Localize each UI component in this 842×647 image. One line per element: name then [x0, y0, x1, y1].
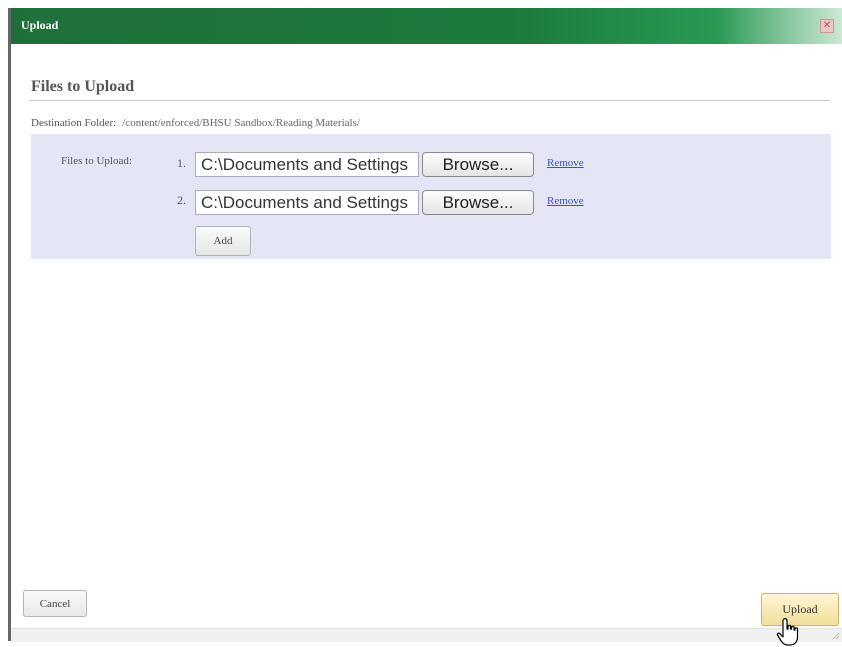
add-button[interactable]: Add [195, 226, 251, 256]
destination-value: /content/enforced/BHSU Sandbox/Reading M… [122, 117, 360, 129]
remove-link-2[interactable]: Remove [547, 195, 584, 207]
browse-button-1[interactable]: Browse... [422, 152, 534, 177]
title-bar[interactable]: Upload ✕ [11, 8, 842, 44]
files-to-upload-label: Files to Upload: [61, 155, 132, 167]
footer-bar [11, 628, 842, 642]
cancel-button[interactable]: Cancel [23, 590, 87, 617]
file-path-input-2[interactable]: C:\Documents and Settings [195, 190, 419, 215]
divider [29, 100, 830, 101]
files-panel: Files to Upload: 1. C:\Documents and Set… [31, 134, 831, 259]
hand-cursor-icon [776, 618, 799, 646]
row-number-2: 2. [177, 193, 186, 207]
upload-dialog: Upload ✕ Files to Upload Destination Fol… [8, 8, 842, 646]
destination-label: Destination Folder: [31, 117, 117, 129]
resize-grip-icon[interactable] [830, 630, 840, 640]
destination-row: Destination Folder: /content/enforced/BHS… [31, 117, 360, 129]
section-title: Files to Upload [31, 78, 135, 95]
file-path-input-1[interactable]: C:\Documents and Settings [195, 152, 419, 177]
row-number-1: 1. [177, 156, 186, 170]
dialog-title: Upload [21, 18, 59, 32]
remove-link-1[interactable]: Remove [547, 157, 584, 169]
browse-button-2[interactable]: Browse... [422, 190, 534, 215]
close-icon[interactable]: ✕ [820, 19, 834, 33]
